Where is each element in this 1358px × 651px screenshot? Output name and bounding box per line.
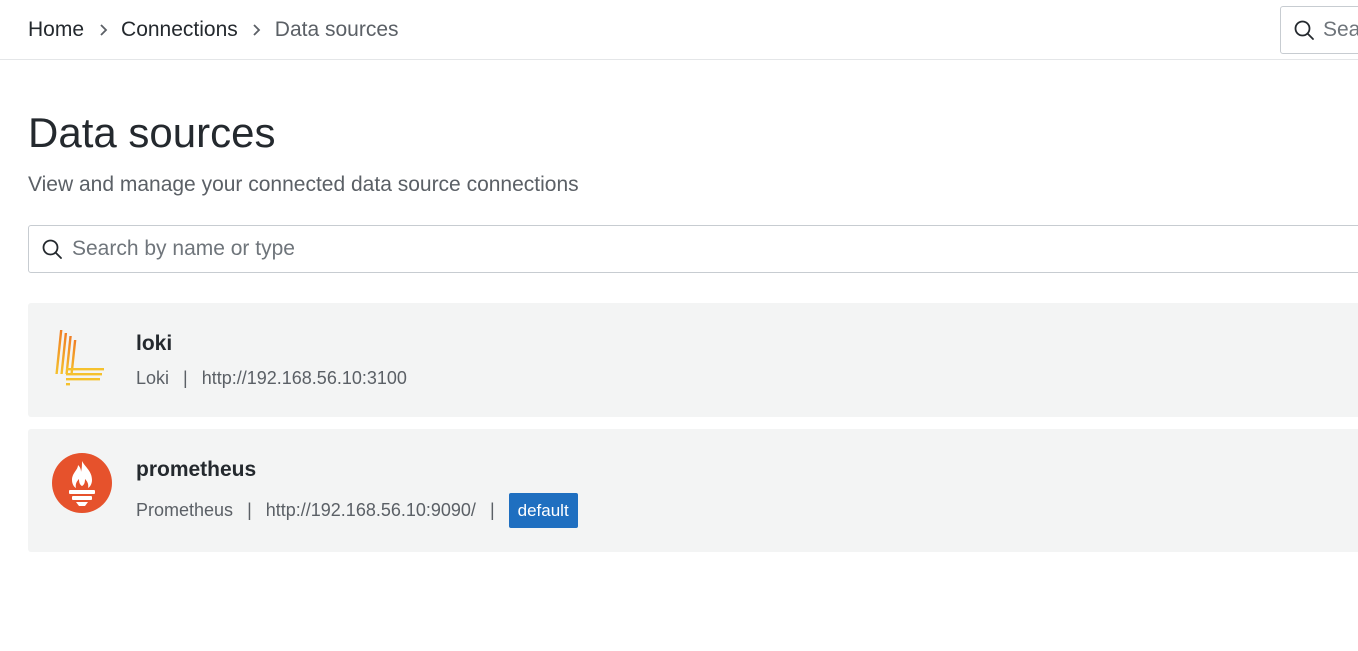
top-search-placeholder: Search: [1323, 18, 1358, 41]
datasource-search: [28, 225, 1358, 273]
breadcrumb: Home Connections Data sources: [28, 17, 399, 43]
page-subtitle: View and manage your connected data sour…: [28, 173, 579, 196]
page-title: Data sources: [28, 109, 276, 156]
loki-logo-icon: [55, 330, 104, 386]
search-icon: [42, 239, 62, 259]
top-bar: Home Connections Data sources Search: [0, 0, 1358, 60]
search-input[interactable]: [72, 237, 1272, 261]
datasource-url: http://192.168.56.10:3100: [201, 368, 407, 388]
datasource-meta: Loki | http://192.168.56.10:3100: [136, 368, 407, 389]
datasource-url: http://192.168.56.10:9090/: [265, 500, 476, 520]
datasource-name[interactable]: prometheus: [136, 458, 256, 482]
breadcrumb-connections[interactable]: Connections: [121, 18, 238, 42]
separator: |: [489, 500, 495, 520]
datasource-meta: Prometheus | http://192.168.56.10:9090/ …: [136, 493, 578, 528]
separator: |: [183, 368, 188, 388]
prometheus-logo-icon: [52, 453, 112, 513]
search-icon: [1294, 20, 1314, 40]
datasource-card-loki[interactable]: loki Loki | http://192.168.56.10:3100: [28, 303, 1358, 417]
chevron-right-icon: [84, 23, 121, 37]
chevron-right-icon: [238, 23, 275, 37]
default-badge: default: [508, 493, 578, 528]
breadcrumb-home[interactable]: Home: [28, 18, 84, 42]
top-search-input[interactable]: Search: [1280, 6, 1358, 54]
datasource-type: Loki: [136, 368, 170, 388]
separator: |: [247, 500, 252, 520]
datasource-card-prometheus[interactable]: prometheus Prometheus | http://192.168.5…: [28, 429, 1358, 552]
breadcrumb-data-sources: Data sources: [274, 18, 399, 41]
datasource-name[interactable]: loki: [136, 332, 172, 356]
datasource-type: Prometheus: [136, 500, 234, 520]
